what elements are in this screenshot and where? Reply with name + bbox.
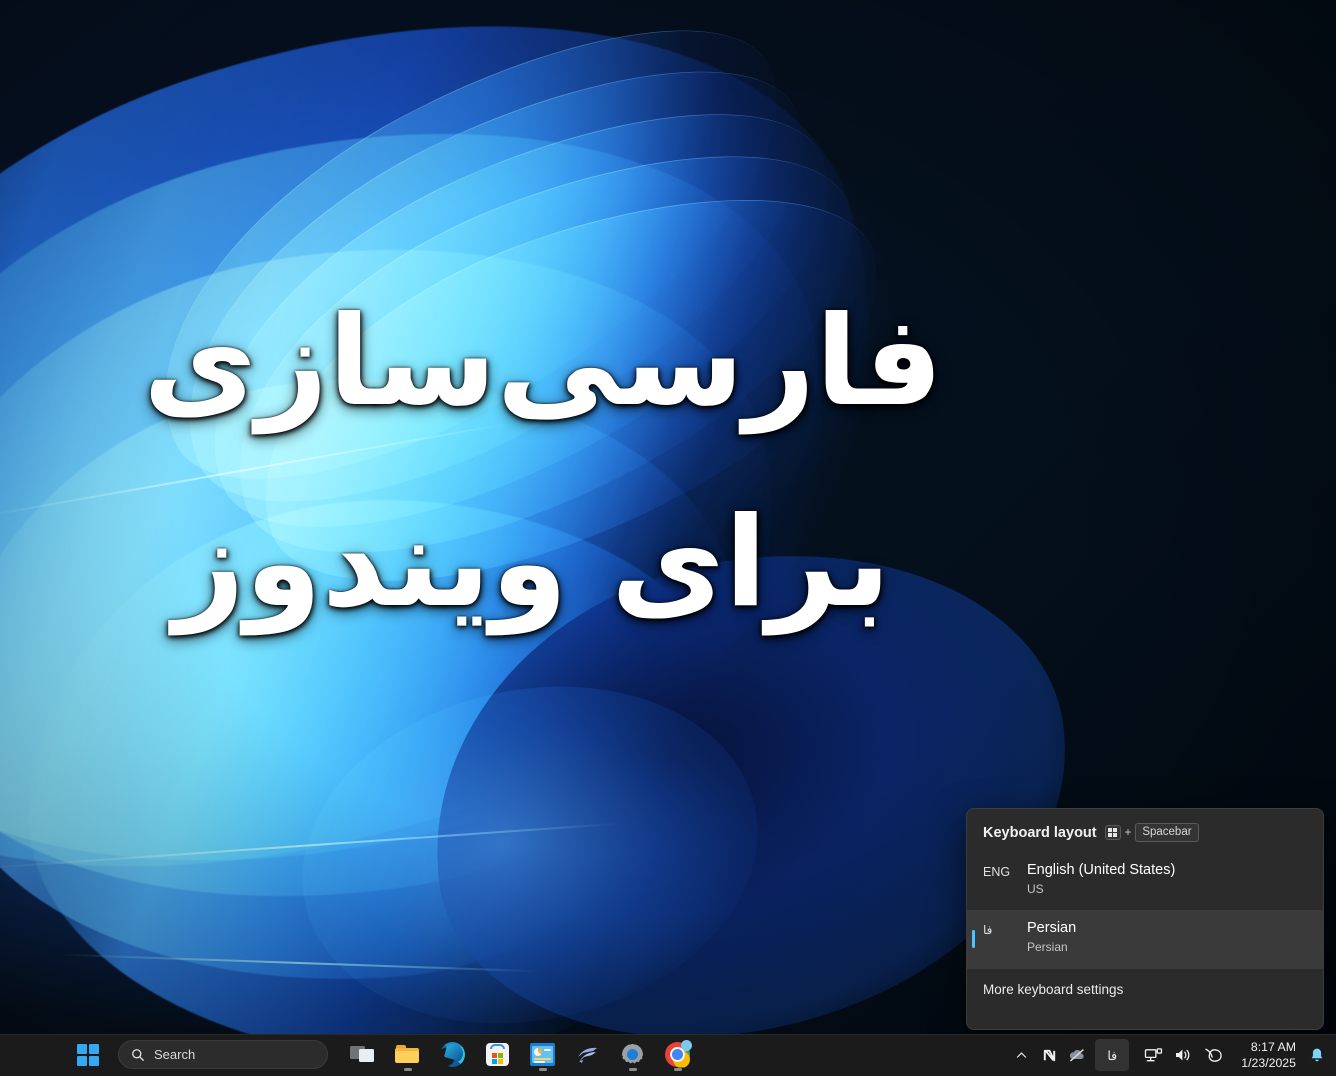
tray-icon-onedrive-offline[interactable] [1063, 1039, 1091, 1071]
search-input[interactable]: Search [118, 1040, 328, 1069]
chevron-up-icon [1016, 1051, 1026, 1058]
layout-sub: Persian [1027, 939, 1068, 954]
running-indicator [538, 1068, 547, 1071]
search-placeholder: Search [154, 1047, 196, 1062]
onedrive-offline-icon [1070, 1049, 1084, 1062]
running-indicator [403, 1068, 412, 1071]
layout-sub: US [1027, 881, 1044, 896]
taskbar-app-microsoft-store[interactable] [475, 1035, 520, 1073]
leaf-eco-icon [1205, 1048, 1222, 1062]
spacebar-key-label: Spacebar [1135, 823, 1199, 843]
n-app-icon [1043, 1049, 1055, 1061]
tray-language-indicator[interactable]: فا [1095, 1039, 1130, 1071]
shortcut-plus: + [1124, 826, 1132, 839]
network-icon [1144, 1047, 1162, 1061]
keyboard-flyout-title: Keyboard layout [983, 824, 1097, 841]
taskbar-app-wing[interactable] [565, 1035, 610, 1073]
start-button[interactable] [74, 1042, 102, 1068]
control-panel-icon [530, 1042, 555, 1067]
tray-status-cluster[interactable] [1135, 1039, 1231, 1071]
running-indicator [628, 1068, 637, 1071]
taskbar-app-edge[interactable] [430, 1035, 475, 1073]
keyboard-layout-item-english[interactable]: ENG English (United States) US [967, 852, 1323, 910]
more-keyboard-settings-link[interactable]: More keyboard settings [967, 969, 1323, 1010]
edge-icon [437, 1041, 465, 1067]
clock-time: 8:17 AM [1250, 1040, 1296, 1055]
taskbar-app-task-view[interactable] [340, 1035, 385, 1073]
layout-name: Persian [1027, 920, 1077, 937]
tray-icon-volume[interactable] [1169, 1039, 1197, 1071]
taskbar-app-settings[interactable] [610, 1035, 655, 1073]
taskbar: Search فا 8:17 AM 1/23/2025 [0, 1034, 1336, 1076]
tray-icon-n-app[interactable] [1035, 1039, 1063, 1071]
wing-logo-icon [575, 1042, 600, 1067]
layout-abbr: فا [983, 923, 993, 938]
notification-bell-icon [1311, 1048, 1323, 1061]
taskbar-app-chrome[interactable] [655, 1035, 700, 1073]
chrome-icon [665, 1039, 692, 1068]
notification-center-button[interactable] [1304, 1039, 1330, 1071]
running-indicator [673, 1068, 682, 1071]
search-icon [132, 1048, 144, 1061]
clock-date: 1/23/2025 [1241, 1055, 1296, 1070]
microsoft-store-icon [485, 1042, 510, 1067]
volume-icon [1176, 1049, 1190, 1061]
keyboard-layout-item-persian[interactable]: فا Persian Persian [967, 910, 1323, 969]
windows-logo-icon [76, 1043, 100, 1067]
keyboard-flyout-header: Keyboard layout + Spacebar [967, 809, 1323, 852]
taskbar-app-file-explorer[interactable] [385, 1035, 430, 1073]
layout-abbr: ENG [983, 865, 1011, 880]
win-key-icon [1104, 825, 1121, 841]
tray-icon-network[interactable] [1139, 1039, 1167, 1071]
desktop-screen: فارسی‌سازی برای ویندوز Keyboard layout +… [0, 0, 1336, 1076]
tray-overflow-button[interactable] [1007, 1039, 1035, 1071]
layout-name: English (United States) [1027, 862, 1176, 879]
tray-icon-leaf-eco[interactable] [1199, 1039, 1227, 1071]
taskbar-app-control-panel[interactable] [520, 1035, 565, 1073]
taskbar-clock[interactable]: 8:17 AM 1/23/2025 [1231, 1040, 1304, 1069]
keyboard-shortcut-hint: + Spacebar [1104, 823, 1199, 843]
system-tray: فا 8:17 AM 1/23/2025 [1007, 1034, 1336, 1076]
settings-gear-icon [620, 1042, 645, 1067]
keyboard-layout-flyout: Keyboard layout + Spacebar ENG English (… [966, 808, 1324, 1030]
file-explorer-icon [395, 1042, 420, 1067]
task-view-icon [350, 1042, 375, 1067]
selected-accent-bar [972, 930, 975, 949]
taskbar-app-list [340, 1035, 700, 1073]
